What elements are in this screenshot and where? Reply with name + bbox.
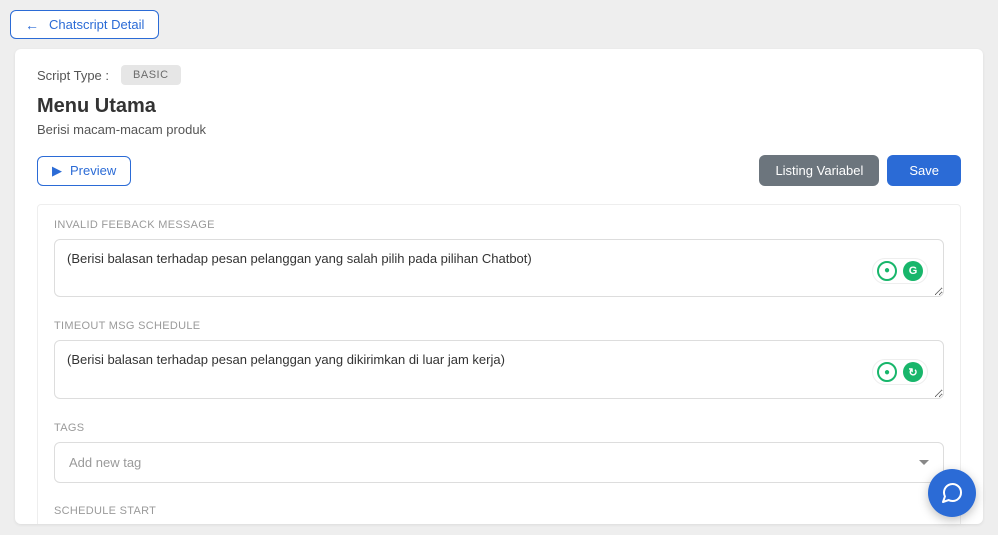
schedule-start-label: SCHEDULE START — [54, 505, 944, 517]
tags-label: TAGS — [54, 422, 944, 434]
timeout-msg-label: TIMEOUT MSG SCHEDULE — [54, 320, 944, 332]
preview-label: Preview — [70, 163, 116, 178]
invalid-feedback-textarea[interactable] — [54, 239, 944, 297]
grammar-check-icon[interactable]: ↻ — [903, 362, 923, 382]
save-button[interactable]: Save — [887, 155, 961, 186]
script-type-label: Script Type : — [37, 68, 109, 83]
listing-variabel-button[interactable]: Listing Variabel — [759, 155, 879, 186]
invalid-feedback-label: INVALID FEEBACK MESSAGE — [54, 219, 944, 231]
play-icon: ▶ — [52, 163, 62, 179]
bulb-icon[interactable]: ● — [877, 362, 897, 382]
back-label: Chatscript Detail — [49, 17, 144, 32]
timeout-msg-textarea[interactable] — [54, 340, 944, 398]
grammar-check-icon[interactable]: G — [903, 261, 923, 281]
tags-select[interactable]: Add new tag — [54, 442, 944, 483]
back-button[interactable]: ← Chatscript Detail — [10, 10, 159, 39]
grammar-widget: ● G — [872, 258, 928, 284]
preview-button[interactable]: ▶ Preview — [37, 156, 131, 186]
chevron-down-icon — [919, 460, 929, 465]
chat-fab[interactable] — [928, 469, 976, 517]
tags-placeholder: Add new tag — [69, 455, 141, 470]
form-area: INVALID FEEBACK MESSAGE ● G TIMEOUT MSG … — [37, 204, 961, 524]
arrow-left-icon: ← — [25, 18, 39, 32]
script-type-row: Script Type : BASIC — [37, 65, 961, 85]
bulb-icon[interactable]: ● — [877, 261, 897, 281]
chat-icon — [940, 481, 964, 505]
content-card: Script Type : BASIC Menu Utama Berisi ma… — [15, 49, 983, 524]
grammar-widget-2: ● ↻ — [872, 359, 928, 385]
page-title: Menu Utama — [37, 95, 961, 118]
page-subtitle: Berisi macam-macam produk — [37, 122, 961, 137]
script-type-chip: BASIC — [121, 65, 181, 85]
